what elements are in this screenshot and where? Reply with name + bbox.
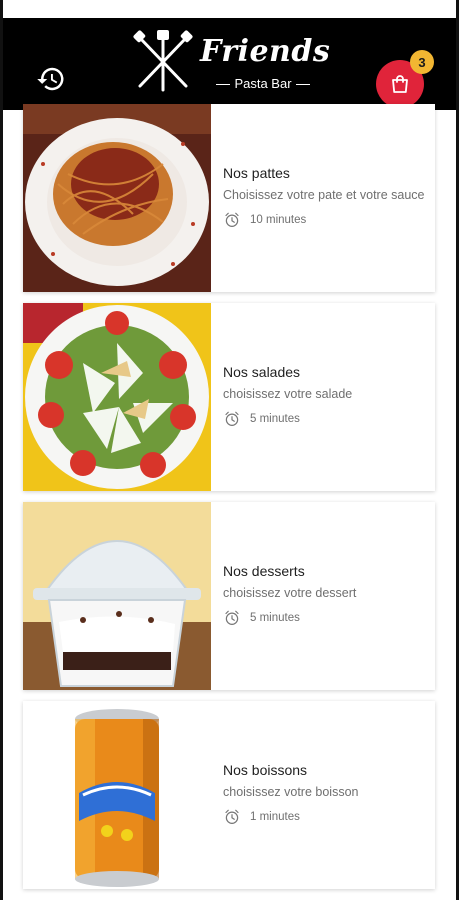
- prep-time: 5 minutes: [223, 410, 300, 428]
- soda-can-image: [23, 701, 211, 889]
- category-title: Nos salades: [223, 364, 301, 380]
- prep-time-label: 10 minutes: [250, 214, 307, 226]
- device-bezel-left: [0, 0, 3, 900]
- alarm-clock-icon: [225, 809, 239, 824]
- category-info: Nos pattes Choisissez votre pate et votr…: [223, 104, 433, 292]
- category-title: Nos boissons: [223, 762, 308, 778]
- category-title: Nos desserts: [223, 563, 305, 579]
- category-image-pasta: [23, 104, 211, 292]
- crossed-utensils-icon: [133, 30, 193, 92]
- prep-time-label: 5 minutes: [250, 612, 300, 624]
- shopping-bag-icon: [392, 75, 408, 93]
- logo-subtitle: Pasta Bar: [208, 76, 318, 91]
- logo-title: Friends: [200, 34, 331, 69]
- category-title: Nos pattes: [223, 165, 290, 181]
- category-card-drinks[interactable]: Nos boissons choisissez votre boisson 1 …: [23, 701, 435, 889]
- category-image-desserts: [23, 502, 211, 690]
- history-button[interactable]: [34, 62, 68, 96]
- dessert-cup-image: [23, 502, 211, 690]
- category-card-pasta[interactable]: Nos pattes Choisissez votre pate et votr…: [23, 104, 435, 292]
- history-clock-icon: [37, 67, 64, 91]
- category-description: Choisissez votre pate et votre sauce: [223, 188, 425, 202]
- prep-time: 1 minutes: [223, 808, 300, 826]
- brand-logo: Friends Pasta Bar: [130, 28, 330, 96]
- prep-time: 10 minutes: [223, 211, 306, 229]
- category-info: Nos salades choisissez votre salade 5 mi…: [223, 303, 433, 491]
- category-info: Nos boissons choisissez votre boisson 1 …: [223, 701, 433, 889]
- app-screen: Friends Pasta Bar 3 Nos pattes Choisisse…: [0, 0, 459, 900]
- alarm-clock-icon: [225, 212, 239, 227]
- status-area: [0, 0, 459, 18]
- prep-time-label: 5 minutes: [250, 413, 300, 425]
- pasta-plate-image: [23, 104, 211, 292]
- category-card-salads[interactable]: Nos salades choisissez votre salade 5 mi…: [23, 303, 435, 491]
- prep-time-label: 1 minutes: [250, 811, 300, 823]
- alarm-clock-icon: [225, 411, 239, 426]
- category-image-drinks: [23, 701, 211, 889]
- category-card-desserts[interactable]: Nos desserts choisissez votre dessert 5 …: [23, 502, 435, 690]
- category-image-salads: [23, 303, 211, 491]
- alarm-clock-icon: [225, 610, 239, 625]
- category-description: choisissez votre boisson: [223, 785, 359, 799]
- category-description: choisissez votre dessert: [223, 586, 357, 600]
- category-info: Nos desserts choisissez votre dessert 5 …: [223, 502, 433, 690]
- category-description: choisissez votre salade: [223, 387, 353, 401]
- salad-plate-image: [23, 303, 211, 491]
- prep-time: 5 minutes: [223, 609, 300, 627]
- cart-count-badge: 3: [410, 50, 434, 74]
